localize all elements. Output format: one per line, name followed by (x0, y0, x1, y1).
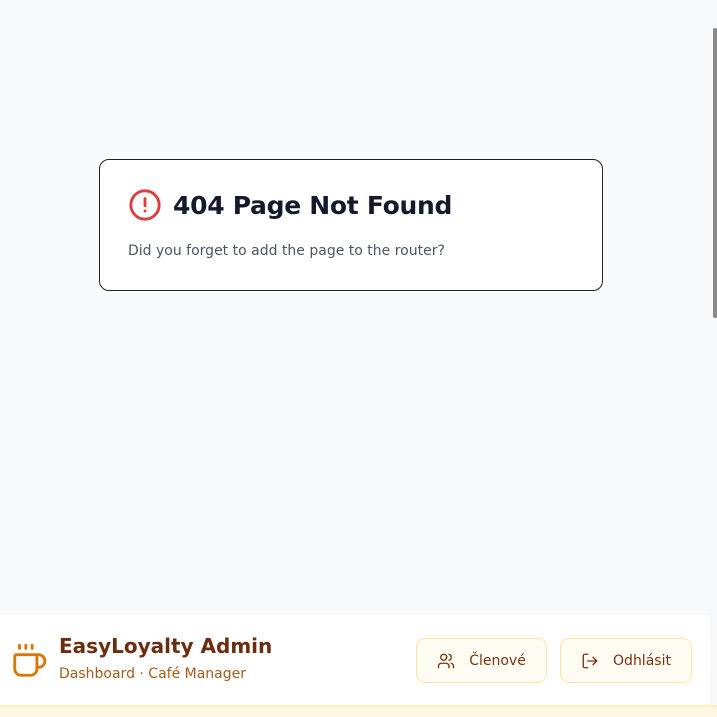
header-accent-stripe (0, 705, 717, 717)
brand-title: EasyLoyalty Admin (59, 634, 273, 658)
log-out-icon (582, 653, 598, 668)
logout-button[interactable]: Odhlásit (560, 638, 692, 683)
error-title: 404 Page Not Found (173, 190, 453, 220)
members-button[interactable]: Členové (416, 638, 547, 683)
members-button-label: Členové (469, 652, 526, 669)
page: 404 Page Not Found Did you forget to add… (0, 0, 717, 717)
coffee-cup-icon (13, 643, 47, 677)
users-icon (438, 653, 455, 668)
scrollbar[interactable] (713, 28, 717, 318)
brand-subtitle: Dashboard · Café Manager (59, 666, 247, 682)
error-card-header: 404 Page Not Found (128, 188, 452, 222)
alert-circle-icon (129, 189, 161, 221)
error-message: Did you forget to add the page to the ro… (128, 243, 445, 259)
error-card: 404 Page Not Found Did you forget to add… (99, 159, 603, 291)
logout-button-label: Odhlásit (613, 652, 671, 669)
